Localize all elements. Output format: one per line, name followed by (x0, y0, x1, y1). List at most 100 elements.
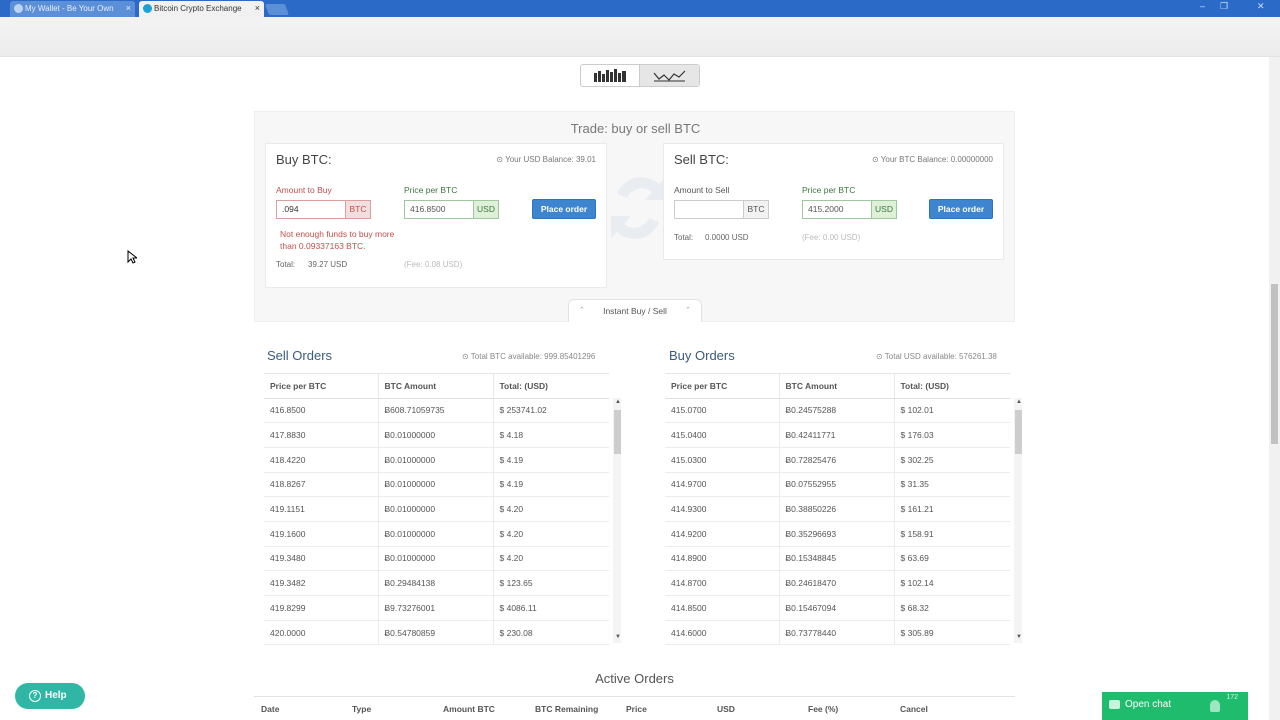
table-cell: 414.6000 (665, 620, 780, 646)
candlestick-view-button[interactable] (581, 65, 640, 86)
new-tab-button[interactable] (264, 4, 290, 15)
sell-title: Sell BTC: (674, 152, 729, 167)
tab-close-icon[interactable]: × (126, 1, 131, 16)
sell-total-value: 0.0000 USD (705, 233, 749, 242)
column-header[interactable]: Price per BTC (264, 374, 379, 399)
agent-avatar-icon (1210, 700, 1220, 712)
buy-total-label: Total: (276, 260, 296, 269)
table-cell: 418.8267 (264, 472, 379, 498)
column-header[interactable]: BTC Amount (779, 374, 895, 399)
tab-label: Bitcoin Crypto Exchange (154, 4, 242, 13)
instant-buy-sell-tab[interactable]: ⌃ Instant Buy / Sell ⌃ (568, 299, 702, 322)
sell-price-input[interactable]: 415.2000 (802, 200, 872, 219)
table-row[interactable]: 415.0700 Ƀ0.24575288 $ 102.01 (665, 398, 1010, 424)
buy-orders-table: Price per BTC BTC Amount Total: (USD) 41… (665, 373, 1010, 646)
table-cell: Ƀ0.15348845 (779, 546, 895, 572)
column-header[interactable]: Amount BTC (443, 704, 495, 714)
table-cell: $ 230.08 (493, 620, 609, 646)
table-row[interactable]: 420.0000 Ƀ0.54780859 $ 230.08 (264, 620, 609, 646)
table-row[interactable]: 418.4220 Ƀ0.01000000 $ 4.19 (264, 447, 609, 473)
chat-bubble-icon (1109, 700, 1120, 709)
table-row[interactable]: 415.0300 Ƀ0.72825476 $ 302.25 (665, 447, 1010, 473)
buy-amount-input[interactable]: .094 (276, 200, 346, 219)
buy-title: Buy BTC: (276, 152, 332, 167)
table-cell: $ 123.65 (493, 570, 609, 596)
table-cell: 417.8830 (264, 422, 379, 448)
table-row[interactable]: 414.8900 Ƀ0.15348845 $ 63.69 (665, 546, 1010, 572)
column-header[interactable]: USD (717, 704, 735, 714)
scroll-down-icon[interactable]: ▼ (615, 634, 621, 640)
table-cell: Ƀ608.71059735 (378, 398, 494, 424)
exchange-favicon-icon (143, 4, 152, 13)
table-row[interactable]: 415.0400 Ƀ0.42411771 $ 176.03 (665, 422, 1010, 448)
column-header[interactable]: BTC Amount (378, 374, 494, 399)
column-header[interactable]: Fee (%) (808, 704, 838, 714)
btc-balance: ⊙ Your BTC Balance: 0.00000000 (872, 155, 993, 164)
table-row[interactable]: 418.8267 Ƀ0.01000000 $ 4.19 (264, 472, 609, 498)
column-header[interactable]: BTC Remaining (535, 704, 598, 714)
column-header[interactable]: Total: (USD) (894, 374, 1010, 399)
buy-orders-scroll-thumb[interactable] (1015, 410, 1022, 454)
table-row[interactable]: 417.8830 Ƀ0.01000000 $ 4.18 (264, 422, 609, 448)
table-row[interactable]: 419.1151 Ƀ0.01000000 $ 4.20 (264, 496, 609, 522)
table-row[interactable]: 414.6000 Ƀ0.73778440 $ 305.89 (665, 620, 1010, 646)
buy-orders-title: Buy Orders (669, 348, 735, 363)
mouse-cursor-icon (127, 250, 137, 264)
column-header[interactable]: Date (261, 704, 279, 714)
sell-place-order-button[interactable]: Place order (929, 199, 993, 219)
table-cell: $ 4.20 (493, 521, 609, 547)
table-cell: 418.4220 (264, 447, 379, 473)
open-chat-button[interactable]: Open chat 172 (1102, 692, 1248, 720)
table-row[interactable]: 419.1600 Ƀ0.01000000 $ 4.20 (264, 521, 609, 547)
table-row[interactable]: 414.8500 Ƀ0.15467094 $ 68.32 (665, 595, 1010, 621)
column-header[interactable]: Price per BTC (665, 374, 780, 399)
table-row[interactable]: 419.3480 Ƀ0.01000000 $ 4.20 (264, 546, 609, 572)
table-row[interactable]: 414.9300 Ƀ0.38850226 $ 161.21 (665, 496, 1010, 522)
tab-close-icon[interactable]: × (255, 1, 260, 16)
usd-balance: ⊙ Your USD Balance: 39.01 (496, 155, 596, 164)
chart-view-toggle (580, 64, 700, 87)
table-cell: Ƀ0.24575288 (779, 398, 895, 424)
table-cell: $ 63.69 (894, 546, 1010, 572)
clock-icon: ⊙ (496, 155, 506, 164)
sell-orders-scroll-thumb[interactable] (614, 410, 621, 454)
tab-bitcoin-exchange[interactable]: Bitcoin Crypto Exchange × (139, 1, 264, 17)
page-scrollbar-thumb[interactable] (1271, 284, 1278, 444)
help-button[interactable]: ? Help (15, 683, 85, 709)
maximize-icon[interactable]: ❐ (1220, 1, 1228, 12)
tab-my-wallet[interactable]: My Wallet - Be Your Own × (10, 1, 135, 17)
table-cell: 419.3482 (264, 570, 379, 596)
line-chart-view-button[interactable] (640, 65, 699, 86)
active-orders-title: Active Orders (595, 671, 674, 686)
buy-price-input[interactable]: 416.8500 (404, 200, 474, 219)
table-row[interactable]: 419.8299 Ƀ9.73276001 $ 4086.11 (264, 595, 609, 621)
table-cell: $ 253741.02 (493, 398, 609, 424)
column-header[interactable]: Cancel (900, 704, 928, 714)
trade-title: Trade: buy or sell BTC (570, 121, 701, 136)
scroll-up-icon[interactable]: ▲ (1016, 399, 1022, 405)
table-row[interactable]: 414.9200 Ƀ0.35296693 $ 158.91 (665, 521, 1010, 547)
scroll-up-icon[interactable]: ▲ (615, 399, 621, 405)
table-row[interactable]: 414.8700 Ƀ0.24618470 $ 102.14 (665, 570, 1010, 596)
column-header[interactable]: Total: (USD) (493, 374, 609, 399)
table-row[interactable]: 416.8500 Ƀ608.71059735 $ 253741.02 (264, 398, 609, 424)
minimize-icon[interactable]: – (1200, 1, 1205, 11)
sell-amount-input[interactable] (674, 200, 744, 219)
buy-place-order-button[interactable]: Place order (532, 199, 596, 219)
table-cell: Ƀ0.01000000 (378, 422, 494, 448)
close-window-icon[interactable]: ✕ (1257, 1, 1265, 12)
column-header[interactable]: Price (626, 704, 647, 714)
table-cell: $ 4.19 (493, 447, 609, 473)
table-row[interactable]: 419.3482 Ƀ0.29484138 $ 123.65 (264, 570, 609, 596)
table-cell: 414.9300 (665, 496, 780, 522)
scroll-down-icon[interactable]: ▼ (1016, 634, 1022, 640)
table-row[interactable]: 414.9700 Ƀ0.07552955 $ 31.35 (665, 472, 1010, 498)
table-cell: $ 305.89 (894, 620, 1010, 646)
table-cell: 415.0700 (665, 398, 780, 424)
sell-orders-available-text: Total BTC available: 999.85401296 (470, 352, 596, 361)
swap-arrows-icon (611, 177, 665, 239)
column-header[interactable]: Type (352, 704, 371, 714)
sell-amount-unit: BTC (743, 200, 769, 219)
table-cell: Ƀ0.01000000 (378, 472, 494, 498)
help-label: Help (45, 690, 67, 701)
